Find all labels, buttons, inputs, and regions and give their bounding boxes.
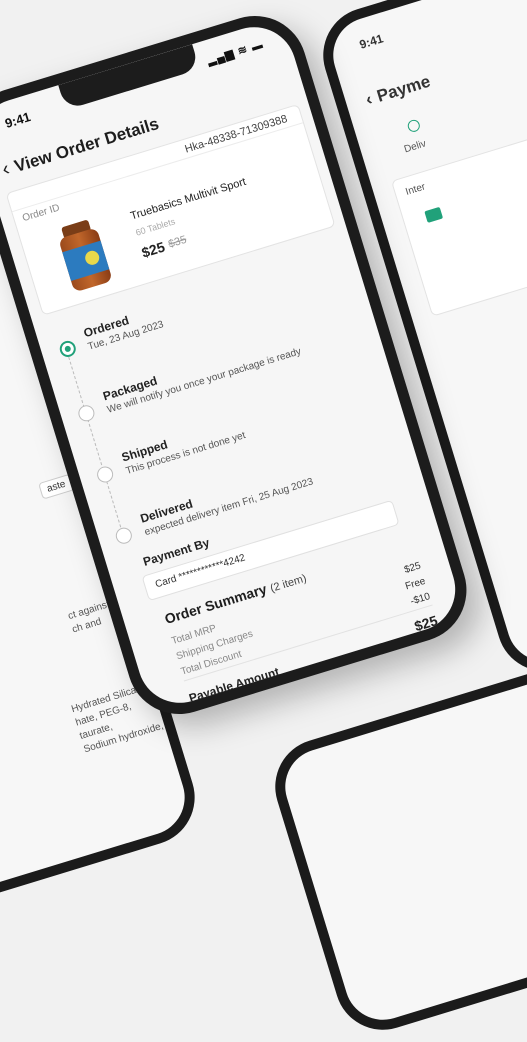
- status-icons: ▂▄▆ ≋ ▬: [206, 38, 266, 68]
- timeline-dot-shipped: [95, 464, 116, 485]
- bank-icon: [424, 206, 444, 223]
- product-price: $25: [139, 238, 167, 261]
- timeline-dot-delivered: [113, 525, 134, 546]
- paste-button-label: aste: [45, 478, 67, 495]
- order-card-divider: [12, 122, 309, 232]
- back-chevron-icon[interactable]: ‹: [0, 158, 12, 181]
- order-card: Hka-48338-71309388 Order ID Truebasics M…: [5, 103, 336, 316]
- back-chevron-icon[interactable]: ‹: [363, 89, 374, 109]
- background-phone-bottom-screen: [275, 670, 527, 1030]
- timeline-dot-ordered: [57, 338, 78, 359]
- check-circle-icon: [406, 118, 422, 134]
- summary-row-shipping: Shipping Charges Free: [175, 576, 428, 665]
- right-phone-title-text: Payme: [374, 71, 433, 106]
- background-phone-bottom: [263, 658, 527, 1042]
- product-mrp: $35: [167, 233, 189, 251]
- payable-value: $25: [412, 612, 440, 635]
- timeline-dot-packaged: [76, 403, 97, 424]
- summary-row-value: $25: [403, 560, 423, 576]
- product-image: [53, 217, 114, 293]
- right-phone-step-label: Deliv: [402, 138, 428, 156]
- summary-item-count: (2 item): [268, 572, 308, 595]
- right-phone-title: ‹Payme: [363, 72, 432, 111]
- right-phone-section: Inter: [404, 181, 427, 198]
- status-time: 9:41: [3, 109, 33, 132]
- right-phone-time: 9:41: [357, 31, 385, 52]
- right-phone-card: Inter: [390, 104, 527, 317]
